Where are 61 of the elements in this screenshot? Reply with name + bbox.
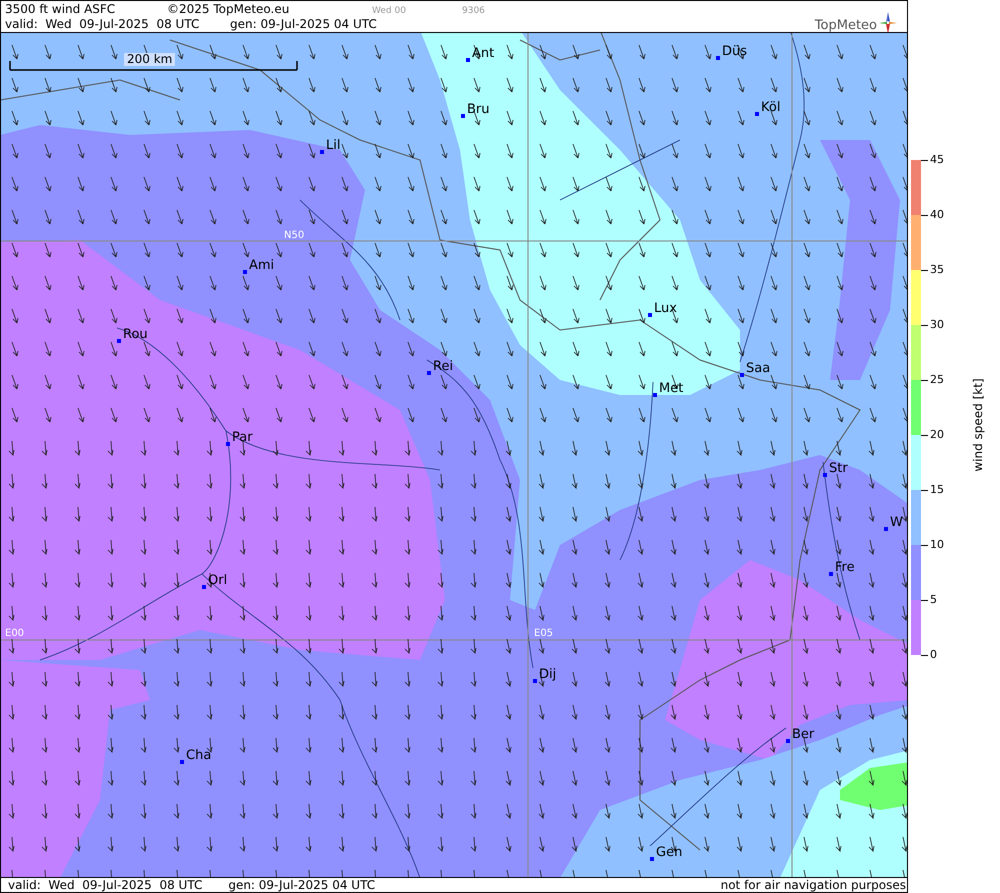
tick-label: 35 xyxy=(930,264,944,276)
city-marker-icon xyxy=(884,527,888,531)
city-marker-icon xyxy=(650,857,654,861)
city-label: Cha xyxy=(186,749,212,763)
city-marker-icon xyxy=(243,270,247,274)
city-label: Lil xyxy=(326,139,340,153)
city-marker-icon xyxy=(653,393,657,397)
city-label: Par xyxy=(232,431,253,445)
city-label: Bru xyxy=(467,103,490,117)
city-marker-icon xyxy=(226,442,230,446)
city-label: Gen xyxy=(656,846,682,860)
logo-text: TopMeteo xyxy=(814,18,877,34)
city-marker-icon xyxy=(533,679,537,683)
tick-label: 45 xyxy=(930,154,944,166)
city-label: Fre xyxy=(835,561,855,575)
tick-label: 15 xyxy=(930,484,944,496)
city-label: Ber xyxy=(792,728,814,742)
city-marker-icon xyxy=(461,114,465,118)
valid-time: valid: Wed 09-Jul-2025 08 UTC xyxy=(8,878,202,892)
scale-label: 200 km xyxy=(124,53,176,66)
legend-title: wind speed [kt] xyxy=(971,377,985,474)
city-marker-icon xyxy=(648,313,652,317)
grid-label: N50 xyxy=(284,230,304,241)
tick-label: 5 xyxy=(930,594,937,606)
city-marker-icon xyxy=(755,112,759,116)
copyright-text: ©2025 TopMeteo.eu xyxy=(167,2,290,16)
tick-label: 20 xyxy=(930,429,944,441)
tick-label: 40 xyxy=(930,209,944,221)
city-marker-icon xyxy=(740,373,744,377)
city-marker-icon xyxy=(716,56,720,60)
tick-label: 30 xyxy=(930,319,944,331)
tick-label: 0 xyxy=(930,649,937,661)
city-label: Str xyxy=(829,462,848,476)
disclaimer-text: not for air navigation purposes xyxy=(720,878,907,892)
city-label: Rei xyxy=(433,360,454,374)
city-label: Met xyxy=(659,382,684,396)
grid-label: E05 xyxy=(534,628,554,639)
compass-star-icon xyxy=(879,12,897,34)
city-label: W xyxy=(890,516,903,530)
city-marker-icon xyxy=(786,739,790,743)
run-label: Wed 00 xyxy=(372,5,406,18)
city-marker-icon xyxy=(466,58,470,62)
tick-label: 10 xyxy=(930,539,944,551)
city-marker-icon xyxy=(320,150,324,154)
tick-label: 25 xyxy=(930,374,944,386)
generated-time: gen: 09-Jul-2025 04 UTC xyxy=(228,878,376,892)
city-marker-icon xyxy=(117,339,121,343)
generated-time: gen: 09-Jul-2025 04 UTC xyxy=(230,17,377,31)
city-marker-icon xyxy=(823,473,827,477)
city-label: Lux xyxy=(654,302,677,316)
city-label: Köl xyxy=(761,101,780,115)
code-text: 9306 xyxy=(462,5,485,18)
city-marker-icon xyxy=(202,585,206,589)
city-marker-icon xyxy=(180,760,184,764)
city-marker-icon xyxy=(427,371,431,375)
map-title: 3500 ft wind ASFC xyxy=(5,2,116,16)
city-label: Ami xyxy=(249,259,274,273)
grid-label: E00 xyxy=(5,628,24,639)
city-marker-icon xyxy=(829,572,833,576)
valid-time: valid: Wed 09-Jul-2025 08 UTC xyxy=(5,17,200,31)
city-label: Saa xyxy=(746,362,770,376)
